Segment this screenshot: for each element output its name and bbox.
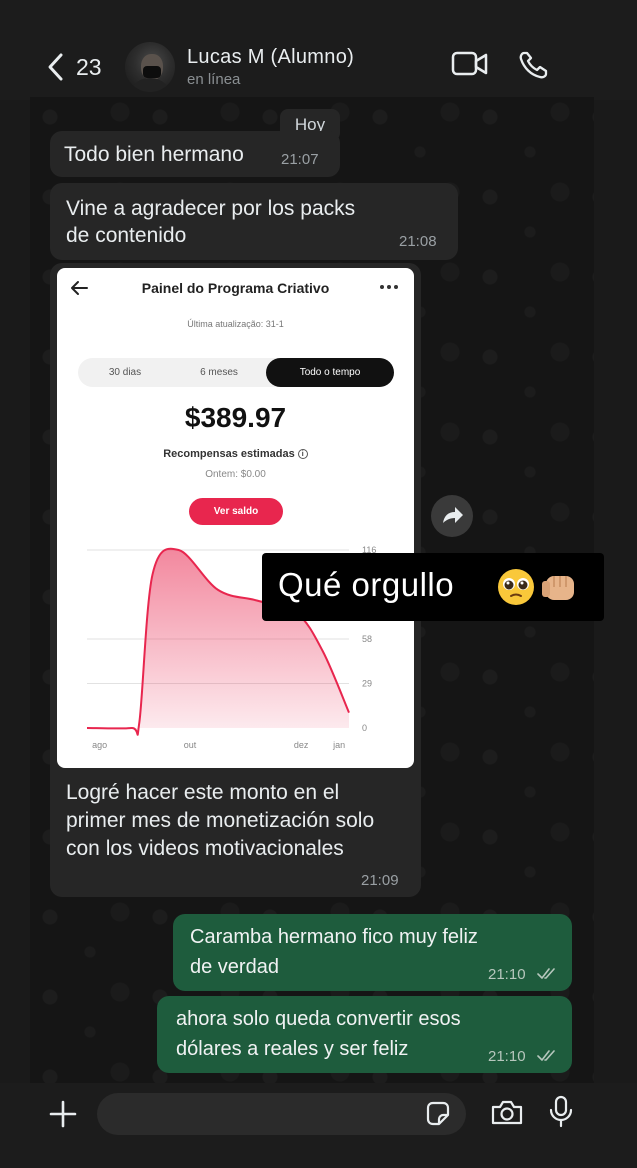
period-selector: 30 dias 6 meses Todo o tempo bbox=[78, 358, 394, 387]
message-text-line: dólares a reales y ser feliz bbox=[176, 1038, 409, 1060]
message-text-line: Vine a agradecer por los packs bbox=[66, 197, 356, 220]
message-bubble[interactable]: Todo bien hermano 21:07 bbox=[50, 131, 340, 177]
camera-icon[interactable] bbox=[490, 1098, 524, 1128]
chat-header: 23 Lucas M (Alumno) en línea bbox=[0, 0, 637, 100]
ver-saldo-button: Ver saldo bbox=[189, 498, 283, 525]
message-text-line: Caramba hermano fico muy feliz bbox=[190, 926, 478, 948]
message-time: 21:09 bbox=[361, 872, 399, 889]
last-updated: Última atualização: 31-1 bbox=[187, 319, 284, 329]
message-time: 21:10 bbox=[488, 966, 526, 983]
message-bubble[interactable]: Vine a agradecer por los packs de conten… bbox=[50, 183, 458, 260]
forward-icon bbox=[443, 507, 463, 523]
sticker-icon[interactable] bbox=[424, 1100, 452, 1128]
microphone-icon[interactable] bbox=[548, 1095, 574, 1129]
message-time: 21:08 bbox=[399, 233, 437, 250]
caption-line: con los videos motivacionales bbox=[66, 837, 344, 860]
forward-button[interactable] bbox=[431, 495, 473, 537]
rewards-amount: $389.97 bbox=[184, 402, 287, 433]
contact-name[interactable]: Lucas M (Alumno) bbox=[187, 46, 354, 69]
tab-30-dias: 30 dias bbox=[108, 367, 142, 378]
message-text-line: de contenido bbox=[66, 224, 187, 247]
fist-bump-emoji-icon bbox=[542, 576, 574, 600]
read-receipt-icon bbox=[537, 968, 555, 979]
phone-call-icon[interactable] bbox=[518, 50, 550, 80]
outgoing-message-bubble[interactable]: Caramba hermano fico muy feliz de verdad… bbox=[173, 914, 572, 991]
outgoing-message-bubble[interactable]: ahora solo queda convertir esos dólares … bbox=[157, 996, 572, 1073]
dashboard-title: Painel do Programa Criativo bbox=[141, 280, 330, 296]
tab-6-meses: 6 meses bbox=[200, 367, 238, 378]
yesterday-earnings: Ontem: $0.00 bbox=[205, 469, 266, 480]
message-time: 21:07 bbox=[281, 151, 319, 168]
overlay-text: Qué orgullo bbox=[278, 566, 455, 603]
chart-x-tick-label: dez bbox=[294, 740, 309, 750]
rewards-label: Recompensas estimadas i bbox=[57, 448, 414, 460]
chart-x-tick-label: out bbox=[184, 740, 197, 750]
chart-y-tick-label: 29 bbox=[362, 679, 372, 689]
overlay-caption: Qué orgullo bbox=[262, 553, 604, 621]
avatar[interactable] bbox=[125, 42, 175, 92]
caption-line: Logré hacer este monto en el bbox=[66, 781, 340, 804]
video-call-icon[interactable] bbox=[451, 50, 489, 78]
chart-x-tick-label: jan bbox=[332, 740, 345, 750]
unread-count[interactable]: 23 bbox=[76, 54, 102, 81]
back-arrow-icon[interactable] bbox=[44, 52, 68, 82]
message-input[interactable] bbox=[97, 1093, 466, 1135]
contact-status: en línea bbox=[187, 71, 241, 88]
info-icon: i bbox=[297, 449, 308, 460]
message-text-line: ahora solo queda convertir esos bbox=[176, 1008, 461, 1030]
caption-line: primer mes de monetización solo bbox=[66, 809, 375, 832]
message-text-line: de verdad bbox=[190, 956, 279, 978]
message-text: Todo bien hermano bbox=[64, 143, 244, 166]
more-options-icon bbox=[380, 285, 398, 289]
plus-icon[interactable] bbox=[48, 1099, 78, 1129]
chart-y-tick-label: 0 bbox=[362, 723, 367, 733]
chart-y-tick-label: 58 bbox=[362, 634, 372, 644]
read-receipt-icon bbox=[537, 1050, 555, 1061]
chart-x-tick-label: ago bbox=[92, 740, 107, 750]
shared-image[interactable]: Painel do Programa Criativo Última atual… bbox=[57, 268, 414, 768]
tab-todo-o-tempo: Todo o tempo bbox=[266, 358, 394, 387]
pleading-face-emoji-icon bbox=[498, 569, 534, 605]
message-time: 21:10 bbox=[488, 1048, 526, 1065]
